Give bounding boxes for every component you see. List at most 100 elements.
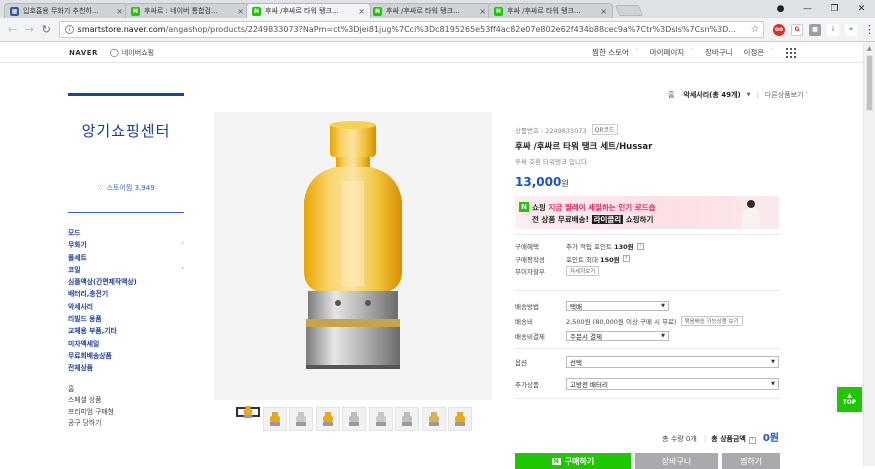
benefit-row: 구매혜택 추가 적립 포인트 130원? — [515, 240, 780, 253]
sidebar-category[interactable]: 코일 › — [68, 264, 184, 276]
naver-shopping-link[interactable]: ◯ 네이버쇼핑 — [110, 48, 154, 58]
product-main-image[interactable] — [214, 112, 492, 400]
close-tab-icon[interactable]: × — [116, 7, 123, 16]
product-thumbnail[interactable] — [368, 407, 393, 431]
close-tab-icon[interactable]: × — [479, 7, 486, 16]
extension-icon[interactable]: ■ — [809, 23, 822, 36]
shipping-details: 배송방법 택배 ▼ 배송비 2,500원 (80,000원 이상 구매 시 무료)… — [515, 298, 780, 343]
back-button[interactable]: ← — [4, 23, 21, 36]
sidebar-link[interactable]: 프리미엄 구매형 — [68, 406, 184, 418]
close-tab-icon[interactable]: × — [237, 7, 244, 16]
product-thumbnail[interactable] — [448, 407, 472, 431]
store-heart-icon: ♡ — [97, 184, 104, 192]
browser-tab[interactable]: N 후싸 /후싸르 타워 탱크... × — [488, 3, 613, 18]
store-name[interactable]: 앙기쇼핑센터 — [68, 120, 184, 141]
order-total: 총 수량 0개 | 총 상품금액 ? 0원 — [662, 429, 779, 444]
sidebar-category[interactable]: 풀세트 — [68, 252, 184, 264]
evernote-extension-icon[interactable]: ✦ — [845, 23, 858, 36]
sidebar-category[interactable]: 무화기 › — [68, 239, 184, 251]
review-row: 구매평작성 포인트 최대 150원? — [515, 253, 780, 266]
adblock-extension-icon[interactable]: oo — [773, 23, 786, 36]
product-thumbnail[interactable] — [315, 407, 340, 431]
nav-mypage[interactable]: 마이페이지 — [650, 47, 685, 58]
browser-tab[interactable]: ▦ 입호흡용 무화기 추천하... × — [4, 3, 129, 18]
info-divider — [515, 398, 780, 399]
sidebar-category[interactable]: 악세사리 — [68, 301, 184, 313]
maximize-button[interactable]: ❐ — [821, 4, 848, 14]
minimize-button[interactable]: — — [794, 4, 821, 14]
naver-logo[interactable]: NAVER — [69, 49, 98, 57]
sidebar-category[interactable]: 심플액상(간편제작액상) — [68, 276, 184, 288]
product-thumbnail[interactable] — [421, 407, 446, 431]
add-to-cart-button[interactable]: 장바구니 — [635, 453, 718, 469]
thumbnail-image — [349, 412, 359, 426]
new-tab-button[interactable] — [614, 5, 644, 16]
scroll-to-top-button[interactable]: ▲ TOP — [837, 387, 862, 412]
thumbnail-image — [322, 412, 333, 426]
product-thumbnail[interactable] — [236, 405, 260, 419]
sidebar-link[interactable]: 스페셜 상품 — [68, 394, 184, 406]
product-thumbnail[interactable] — [395, 407, 419, 431]
download-extension-icon[interactable]: ⇩ — [827, 23, 840, 36]
nav-user[interactable]: 이정은 — [744, 47, 765, 58]
product-thumbnail[interactable] — [262, 407, 287, 431]
close-tab-icon[interactable]: × — [600, 7, 607, 16]
product-thumbnail[interactable] — [289, 407, 313, 431]
breadcrumb-home[interactable]: 홈 — [668, 90, 674, 100]
other-products-link[interactable]: 다른상품보기 — [765, 90, 804, 100]
tank-product-image — [304, 121, 402, 369]
browser-tab[interactable]: N 후싸 /후싸르 타워 탱크... × — [367, 3, 492, 18]
nav-wishlist-stores[interactable]: 찜한 스토어 — [592, 47, 629, 58]
dropdown-caret-icon: ▼ — [661, 332, 665, 339]
product-thumbnail[interactable] — [342, 407, 366, 431]
bundle-shipping-button[interactable]: 묶음배송 가능상품 보기 — [680, 315, 743, 326]
url-input[interactable]: i smartstore.naver.com/angashop/products… — [58, 21, 765, 38]
apps-grid-icon[interactable] — [786, 47, 796, 58]
naver-n-icon: N — [519, 202, 529, 212]
naver-shop-icon: N — [494, 6, 503, 16]
chrome-menu-icon[interactable]: ⋮ — [864, 23, 875, 36]
total-quantity: 총 수량 0개 — [662, 435, 697, 443]
scroll-up-arrow-icon[interactable]: ▲ — [867, 45, 872, 52]
sidebar-category[interactable]: 리빌드 용품 — [68, 313, 184, 325]
help-icon[interactable]: ? — [748, 436, 756, 444]
naver-shop-icon: N — [373, 6, 382, 16]
sidebar-category[interactable]: 전체상품 — [68, 362, 184, 374]
option-select[interactable]: 선택 ▼ — [566, 356, 779, 368]
sidebar-category[interactable]: 무료회배송상품 — [68, 350, 184, 362]
browser-tab[interactable]: N 후싸르 : 네이버 통합검... × — [125, 3, 250, 18]
naver-n-icon: N — [551, 457, 561, 465]
close-window-button[interactable]: ✕ — [848, 4, 875, 14]
sidebar-category[interactable]: 배터리,충전기 — [68, 288, 184, 300]
bookmark-star-icon[interactable]: ☆ — [747, 24, 763, 35]
sidebar-link[interactable]: 홈 — [68, 383, 184, 395]
installment-detail-button[interactable]: 자세히보기 — [566, 266, 600, 277]
buy-now-button[interactable]: N 구매하기 — [515, 453, 631, 469]
gmail-extension-icon[interactable]: G — [791, 23, 804, 36]
ship-method-select[interactable]: 택배 ▼ — [566, 300, 669, 311]
ship-pay-select[interactable]: 주문시 결제 ▼ — [566, 330, 669, 341]
sidebar-category[interactable]: 미자액세일 — [68, 338, 184, 350]
reload-button[interactable]: ↻ — [38, 23, 55, 36]
wishlist-button[interactable]: 찜하기 — [722, 453, 780, 469]
browser-tab[interactable]: N 후싸 /후싸르 타워 탱크... × — [246, 3, 371, 18]
qr-code-button[interactable]: QR코드 — [591, 124, 618, 135]
store-follow-button[interactable]: ♡ 스토어찜 3,949 — [68, 183, 184, 193]
page-scrollbar[interactable]: ▲ — [863, 43, 875, 466]
sidebar-link[interactable]: 공구 당하기 — [68, 417, 184, 429]
breadcrumb-current[interactable]: 악세사리(총 49개) — [683, 90, 740, 100]
sidebar-category[interactable]: 교체용 부품,기타 — [68, 325, 184, 337]
help-icon[interactable]: ? — [622, 255, 630, 263]
promo-banner[interactable]: N 쇼핑 지금 릴레이 세일하는 인기 로드숍 전 상품 무료배송! 라이클리 … — [515, 196, 779, 229]
help-icon[interactable]: ? — [636, 242, 644, 250]
nav-cart[interactable]: 장바구니 — [705, 47, 733, 58]
addon-select[interactable]: 고방전 배터리 ▼ — [566, 378, 779, 390]
dropdown-caret-icon: ▼ — [661, 302, 665, 309]
forward-button[interactable]: → — [21, 23, 38, 36]
scrollbar-thumb[interactable] — [866, 55, 873, 111]
profile-icon[interactable]: ● — [767, 4, 794, 14]
close-tab-icon[interactable]: × — [358, 7, 365, 16]
sidebar-category[interactable]: 모드 — [68, 227, 184, 239]
purchase-details: 구매혜택 추가 적립 포인트 130원? 구매평작성 포인트 최대 150원? … — [515, 240, 780, 278]
site-info-icon[interactable]: i — [64, 25, 74, 34]
